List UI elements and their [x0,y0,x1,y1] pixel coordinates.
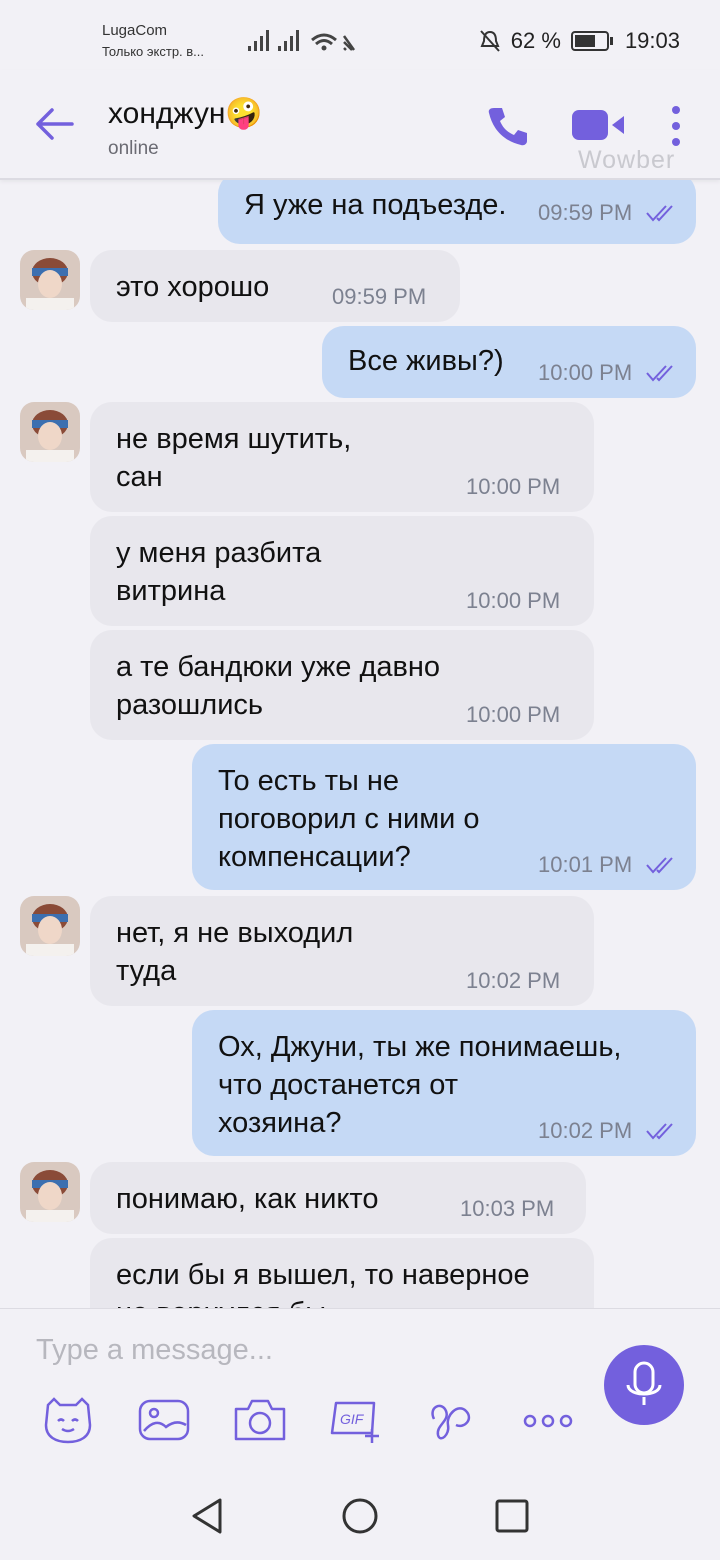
message-text: у меня разбита витрина [116,537,322,607]
video-call-icon[interactable] [570,108,630,142]
microphone-icon [626,1361,662,1405]
carrier-name: LugaCom [102,22,168,39]
contact-name[interactable]: хонджун🤪 [108,96,263,131]
message-time: 10:02 PM [538,1118,633,1143]
watermark: Wowber [578,146,676,174]
more-vertical-icon[interactable] [664,104,688,148]
message-time: 10:00 PM [466,474,561,499]
carrier-subtitle: Только экстр. в... [102,44,205,59]
message-list[interactable]: Я уже на подъезде. 09:59 PM это хорошо 0… [0,180,720,1308]
message-time: 10:00 PM [538,360,633,385]
message-input[interactable] [34,1327,578,1373]
message-time: 10:02 PM [466,968,561,993]
message-text: а те бандюки уже давно разошлись [116,651,441,721]
chat-header: хонджун🤪 online Wowber [0,70,720,180]
nav-recents-icon[interactable] [492,1496,532,1536]
message-bubble-incoming[interactable]: понимаю, как никто 10:03 PM [90,1162,586,1234]
avatar-image [20,402,80,462]
message-bubble-incoming[interactable]: нет, я не выходил туда 10:02 PM [90,896,594,1006]
gif-icon[interactable]: GIF [328,1395,384,1445]
voice-message-button[interactable] [604,1345,684,1425]
nav-home-icon[interactable] [340,1496,380,1536]
image-icon[interactable] [136,1395,192,1445]
svg-text:GIF: GIF [340,1411,365,1427]
message-text: понимаю, как никто [116,1183,379,1215]
system-nav-bar [0,1468,720,1560]
message-bubble-incoming[interactable]: а те бандюки уже давно разошлись 10:00 P… [90,630,594,740]
contact-status: online [108,138,159,159]
avatar-image [20,1162,80,1222]
read-ticks-icon [646,205,673,222]
message-bubble-outgoing[interactable]: Ох, Джуни, ты же понимаешь, что достанет… [192,1010,696,1156]
mute-bell-icon [480,30,500,52]
clock: 19:03 [624,28,680,53]
avatar[interactable] [20,1162,80,1222]
message-text: не время шутить, сан [116,423,352,493]
battery-percent: 62 % [510,28,561,53]
message-bubble-incoming[interactable]: у меня разбита витрина 10:00 PM [90,516,594,626]
more-options-icon[interactable] [520,1395,576,1445]
message-time: 10:03 PM [460,1196,555,1221]
avatar-image [20,250,80,310]
message-bubble-incoming[interactable]: это хорошо 09:59 PM [90,250,460,322]
read-ticks-icon [646,1123,673,1140]
read-ticks-icon [646,857,673,874]
message-time: 09:59 PM [538,200,633,225]
message-bubble-outgoing[interactable]: Я уже на подъезде. 09:59 PM [218,180,696,244]
back-arrow-icon[interactable] [32,106,76,142]
message-text: То есть ты не поговорил с ними о компенс… [218,765,480,873]
message-bubble-outgoing[interactable]: Все живы?) 10:00 PM [322,326,696,398]
message-text: Я уже на подъезде. [244,189,507,221]
avatar[interactable] [20,250,80,310]
read-ticks-icon [646,365,673,382]
status-bar: LugaCom Только экстр. в... 62 % 19:03 [0,0,720,70]
composer: GIF [0,1308,720,1469]
doodle-icon[interactable] [424,1395,480,1445]
message-bubble-incoming[interactable]: если бы я вышел, то наверное не вернулся… [90,1238,594,1308]
message-text: если бы я вышел, то наверное не вернулся… [116,1259,530,1308]
nav-back-icon[interactable] [188,1496,228,1536]
message-text: это хорошо [116,271,270,303]
message-time: 10:00 PM [466,702,561,727]
message-text: Все живы?) [348,345,504,377]
message-text: нет, я не выходил туда [116,917,354,987]
message-bubble-outgoing[interactable]: То есть ты не поговорил с ними о компенс… [192,744,696,890]
avatar-image [20,896,80,956]
avatar[interactable] [20,896,80,956]
sticker-icon[interactable] [40,1395,96,1445]
message-time: 10:00 PM [466,588,561,613]
avatar[interactable] [20,402,80,462]
right-status: 62 % 19:03 [479,28,680,54]
message-time: 10:01 PM [538,852,633,877]
message-time: 09:59 PM [332,284,427,309]
signal-icon [248,30,356,51]
camera-icon[interactable] [232,1395,288,1445]
phone-call-icon[interactable] [486,104,530,148]
message-bubble-incoming[interactable]: не время шутить, сан 10:00 PM [90,402,594,512]
battery-icon [570,31,613,51]
